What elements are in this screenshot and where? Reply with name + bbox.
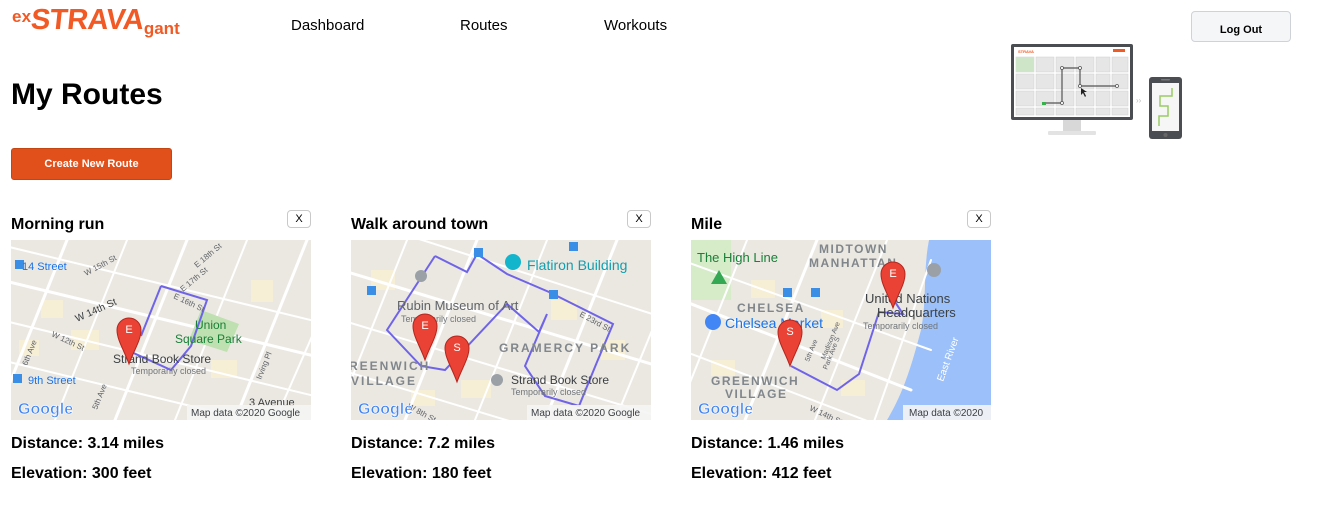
nav-workouts[interactable]: Workouts xyxy=(604,17,667,34)
marker-label: S xyxy=(786,326,793,338)
route-elevation: Elevation: 180 feet xyxy=(351,465,492,482)
map-label: Square Park xyxy=(175,332,243,346)
map-attribution: Map data ©2020 Google xyxy=(531,408,641,419)
map-label: GRAMERCY PARK xyxy=(499,341,631,355)
page-title: My Routes xyxy=(11,78,163,111)
svg-text:››: ›› xyxy=(1136,96,1142,105)
nav-dashboard[interactable]: Dashboard xyxy=(291,17,364,34)
devices-illustration: STRAVA ›› xyxy=(1008,42,1186,142)
map-label: CHELSEA xyxy=(737,301,805,315)
map-label: VILLAGE xyxy=(725,387,788,401)
nav-routes[interactable]: Routes xyxy=(460,17,508,34)
route-distance: Distance: 1.46 miles xyxy=(691,435,844,452)
map-label: Strand Book Store xyxy=(511,373,609,387)
route-title: Mile xyxy=(691,216,723,233)
map-label: 14 Street xyxy=(22,261,67,273)
route-card-mile: Mile X MIDTOWN MANHATTAN The High Line C… xyxy=(691,210,996,495)
google-logo: Google xyxy=(698,401,753,418)
google-logo: Google xyxy=(358,401,413,418)
route-elevation: Elevation: 412 feet xyxy=(691,465,832,482)
map-label: Flatiron Building xyxy=(527,257,627,273)
route-map-svg: 14 Street W 15th St W 14th St E 18th St … xyxy=(11,240,311,420)
route-map[interactable]: Flatiron Building Rubin Museum of Art Te… xyxy=(351,240,651,420)
logout-button[interactable]: Log Out xyxy=(1191,11,1291,42)
brand-strava: STRAVA xyxy=(29,4,146,36)
marker-label: E xyxy=(421,320,428,332)
delete-route-button[interactable]: X xyxy=(967,210,991,228)
route-elevation: Elevation: 300 feet xyxy=(11,465,152,482)
create-new-route-button[interactable]: Create New Route xyxy=(11,148,172,180)
route-map[interactable]: MIDTOWN MANHATTAN The High Line CHELSEA … xyxy=(691,240,991,420)
map-label: Temporarily closed xyxy=(131,366,206,376)
map-label: Chelsea Market xyxy=(725,315,823,331)
marker-label: E xyxy=(125,324,132,336)
route-title: Walk around town xyxy=(351,216,489,233)
route-card-walk-around-town: Walk around town X Flatiron Building Rub… xyxy=(351,210,656,495)
map-label: Temporarily closed xyxy=(401,314,476,324)
screen-brand: STRAVA xyxy=(1018,49,1034,54)
brand-logo[interactable]: ex STRAVA gant xyxy=(12,4,180,40)
devices-illustration-svg: STRAVA ›› xyxy=(1011,44,1182,139)
route-distance: Distance: 3.14 miles xyxy=(11,435,164,452)
brand-ex: ex xyxy=(12,7,32,26)
map-label: GREENWICH xyxy=(711,374,799,388)
google-logo: Google xyxy=(18,401,73,418)
map-label: MIDTOWN xyxy=(819,242,888,256)
map-label: Headquarters xyxy=(877,305,956,320)
route-map-svg: MIDTOWN MANHATTAN The High Line CHELSEA … xyxy=(691,240,991,420)
map-label: United Nations xyxy=(865,291,951,306)
map-label: The High Line xyxy=(697,250,778,265)
marker-label: E xyxy=(889,268,896,280)
delete-route-button[interactable]: X xyxy=(287,210,311,228)
route-map-svg: Flatiron Building Rubin Museum of Art Te… xyxy=(351,240,651,420)
map-label: REENWICH xyxy=(351,359,430,373)
delete-route-button[interactable]: X xyxy=(627,210,651,228)
map-label: Temporarily closed xyxy=(863,321,938,331)
map-attribution: Map data ©2020 xyxy=(909,408,984,419)
brand-gant: gant xyxy=(143,19,180,38)
marker-label: S xyxy=(453,342,460,354)
map-label: VILLAGE xyxy=(351,374,417,388)
map-label: Rubin Museum of Art xyxy=(397,298,519,313)
route-distance: Distance: 7.2 miles xyxy=(351,435,496,452)
route-title: Morning run xyxy=(11,216,105,233)
map-label: 9th Street xyxy=(28,375,76,387)
map-label: Temporarily closed xyxy=(511,387,586,397)
route-card-morning-run: Morning run X 14 Street W 15th St W 14th xyxy=(11,210,316,495)
map-label: Union xyxy=(195,318,226,332)
map-attribution: Map data ©2020 Google xyxy=(191,408,301,419)
route-map[interactable]: 14 Street W 15th St W 14th St E 18th St … xyxy=(11,240,311,420)
